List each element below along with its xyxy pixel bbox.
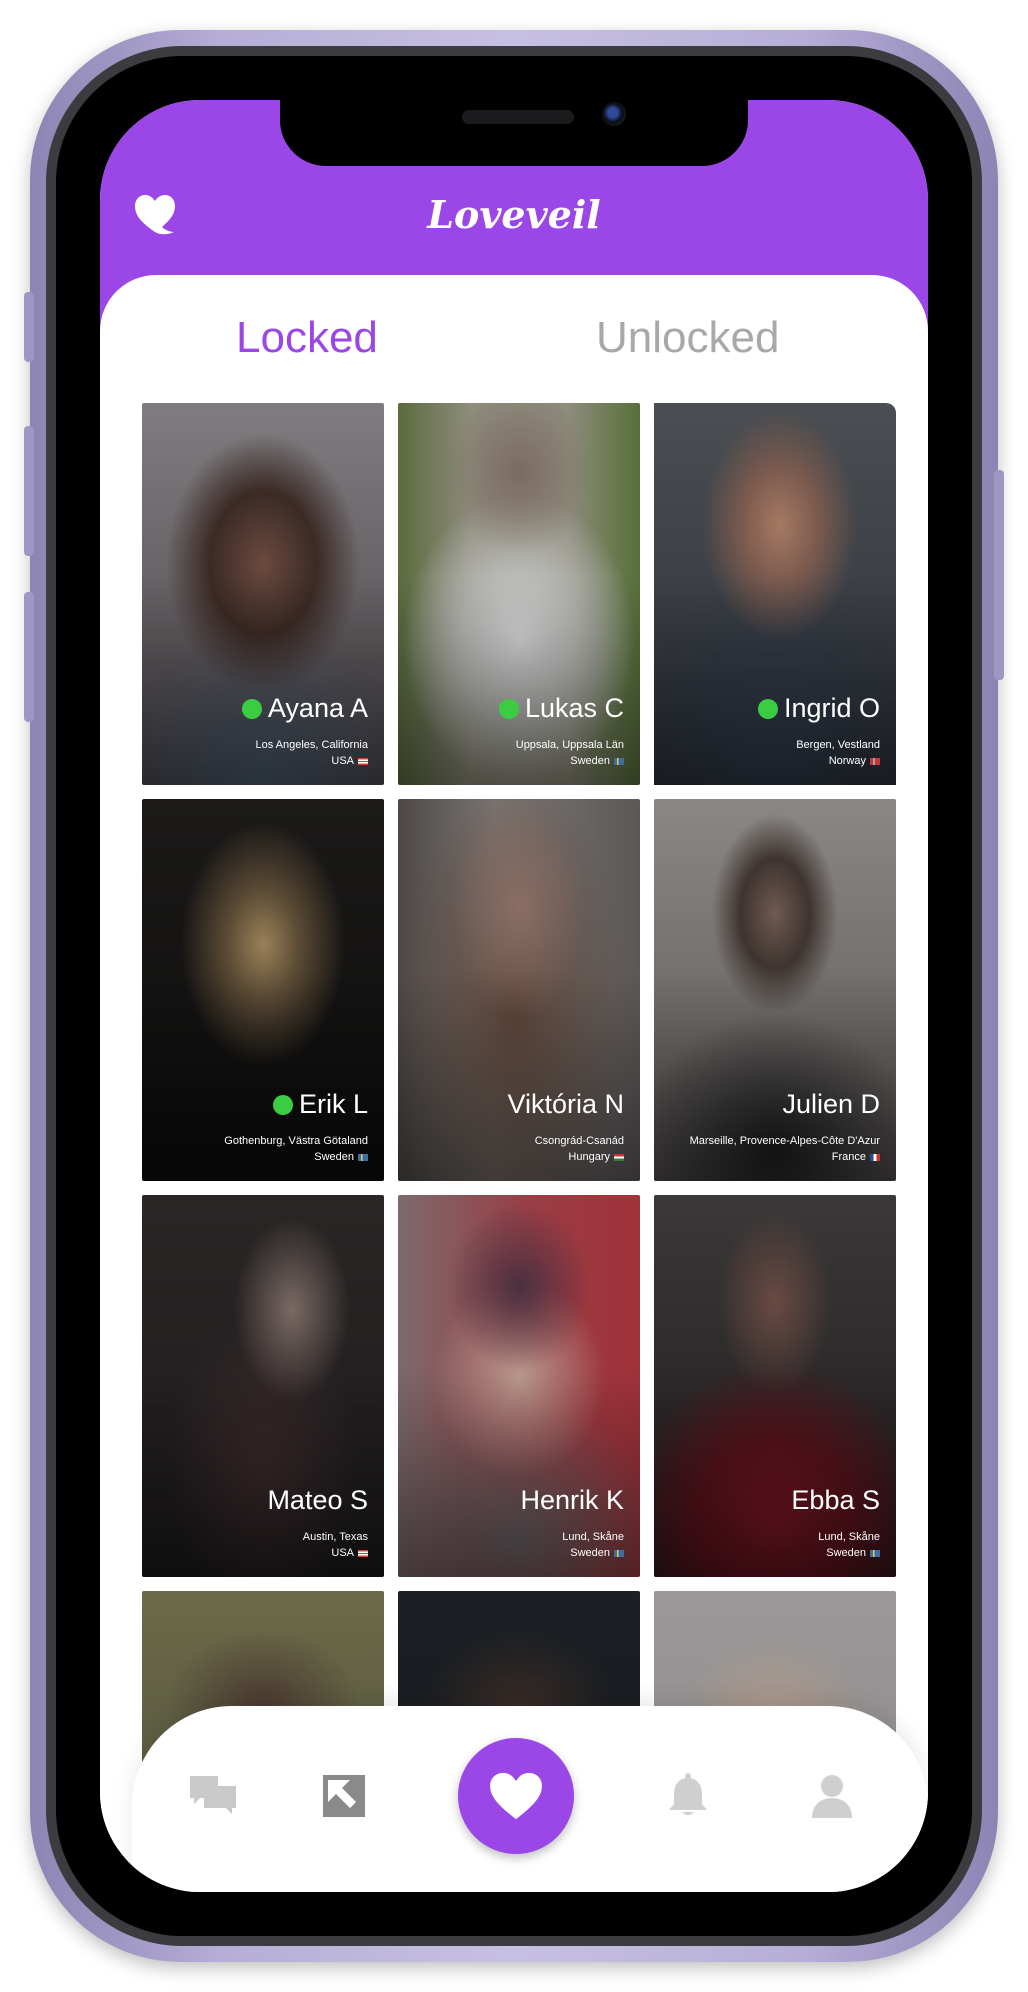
power-button	[994, 470, 1004, 680]
profile-name-text: Ebba S	[791, 1485, 880, 1515]
profile-name: Henrik K	[520, 1485, 624, 1516]
profile-city: Austin, Texas	[302, 1531, 368, 1543]
profile-city: Gothenburg, Västra Götaland	[224, 1135, 368, 1147]
volume-down-button	[24, 592, 34, 722]
profile-city: Lund, Skåne	[562, 1531, 624, 1543]
profile-location: Lund, Skåne Sweden	[562, 1529, 624, 1561]
flag-us-icon	[358, 757, 368, 765]
profile-card[interactable]: Ingrid O Bergen, Vestland Norway	[654, 403, 896, 785]
profile-country: Sweden	[826, 1547, 866, 1559]
content-panel: Locked Unlocked Ayana A Los Angeles, Cal…	[100, 275, 928, 1892]
profile-country: USA	[331, 1547, 354, 1559]
profile-location: Uppsala, Uppsala Län Sweden	[516, 737, 624, 769]
profile-card[interactable]: Julien D Marseille, Provence-Alpes-Côte …	[654, 799, 896, 1181]
profile-name-text: Henrik K	[520, 1485, 624, 1515]
profile-location: Marseille, Provence-Alpes-Côte D'Azur Fra…	[690, 1133, 880, 1165]
bell-icon[interactable]	[666, 1772, 710, 1818]
profile-card[interactable]: Ayana A Los Angeles, California USA	[142, 403, 384, 785]
profile-city: Uppsala, Uppsala Län	[515, 739, 624, 751]
online-status-dot	[272, 1094, 293, 1115]
flag-no-icon	[870, 757, 880, 765]
profile-card[interactable]: Viktória N Csongrád-Csanád Hungary	[398, 799, 640, 1181]
speaker-grille	[462, 110, 574, 124]
profile-city: Marseille, Provence-Alpes-Côte D'Azur	[689, 1135, 880, 1147]
volume-up-button	[24, 426, 34, 556]
profile-name-text: Julien D	[782, 1089, 880, 1119]
profile-card[interactable]: Erik L Gothenburg, Västra Götaland Sweden	[142, 799, 384, 1181]
profile-location: Los Angeles, California USA	[255, 737, 368, 769]
flag-fr-icon	[870, 1153, 880, 1161]
profile-name: Erik L	[272, 1089, 368, 1120]
flag-se-icon	[614, 1549, 624, 1557]
profile-name-text: Lukas C	[524, 693, 624, 723]
profile-location: Csongrád-Csanád Hungary	[535, 1133, 624, 1165]
profile-card[interactable]: Mateo S Austin, Texas USA	[142, 1195, 384, 1577]
chat-icon[interactable]	[188, 1774, 238, 1816]
profile-country: Hungary	[568, 1151, 610, 1163]
profile-country: Sweden	[314, 1151, 354, 1163]
profile-name-text: Ayana A	[267, 693, 368, 723]
profile-location: Austin, Texas USA	[303, 1529, 368, 1561]
screen: Loveveil Locked Unlocked Ayana A Los Ang…	[100, 100, 928, 1892]
gallery-icon[interactable]	[322, 1774, 366, 1818]
profile-name: Julien D	[782, 1089, 880, 1120]
tab-locked[interactable]: Locked	[236, 313, 378, 363]
profile-name-text: Viktória N	[507, 1089, 624, 1119]
profile-name: Ebba S	[791, 1485, 880, 1516]
profile-country: Norway	[828, 755, 866, 767]
profile-name: Ingrid O	[757, 693, 880, 724]
tab-bar: Locked Unlocked	[100, 313, 928, 373]
profile-location: Bergen, Vestland Norway	[796, 737, 880, 769]
tab-unlocked[interactable]: Unlocked	[596, 313, 779, 363]
flag-se-icon	[614, 757, 624, 765]
profile-country: USA	[331, 755, 354, 767]
profile-card[interactable]: Henrik K Lund, Skåne Sweden	[398, 1195, 640, 1577]
profile-name: Ayana A	[241, 693, 368, 724]
profile-city: Bergen, Vestland	[796, 739, 880, 751]
profile-country: Sweden	[570, 755, 610, 767]
profile-location: Gothenburg, Västra Götaland Sweden	[224, 1133, 368, 1165]
front-camera	[602, 102, 626, 126]
profile-country: Sweden	[570, 1547, 610, 1559]
heart-icon[interactable]	[458, 1738, 574, 1854]
profile-city: Lund, Skåne	[818, 1531, 880, 1543]
profile-name-text: Ingrid O	[783, 693, 880, 723]
flag-us-icon	[358, 1549, 368, 1557]
online-status-dot	[498, 698, 519, 719]
profile-city: Csongrád-Csanád	[534, 1135, 624, 1147]
flag-se-icon	[358, 1153, 368, 1161]
bottom-nav	[132, 1706, 928, 1892]
profile-icon[interactable]	[810, 1772, 854, 1818]
app-title: Loveveil	[427, 192, 601, 237]
profile-name: Viktória N	[507, 1089, 624, 1120]
flag-se-icon	[870, 1549, 880, 1557]
profile-city: Los Angeles, California	[255, 739, 368, 751]
heart-shape	[490, 1772, 542, 1820]
online-status-dot	[241, 698, 262, 719]
profile-name: Mateo S	[267, 1485, 368, 1516]
profile-location: Lund, Skåne Sweden	[818, 1529, 880, 1561]
profile-country: France	[831, 1151, 866, 1163]
profile-card[interactable]: Ebba S Lund, Skåne Sweden	[654, 1195, 896, 1577]
online-status-dot	[757, 698, 778, 719]
flag-hu-icon	[614, 1153, 624, 1161]
silent-switch	[24, 292, 34, 362]
profile-card[interactable]: Lukas C Uppsala, Uppsala Län Sweden	[398, 403, 640, 785]
profile-name-text: Erik L	[298, 1089, 368, 1119]
profile-name-text: Mateo S	[267, 1485, 368, 1515]
profile-name: Lukas C	[498, 693, 624, 724]
